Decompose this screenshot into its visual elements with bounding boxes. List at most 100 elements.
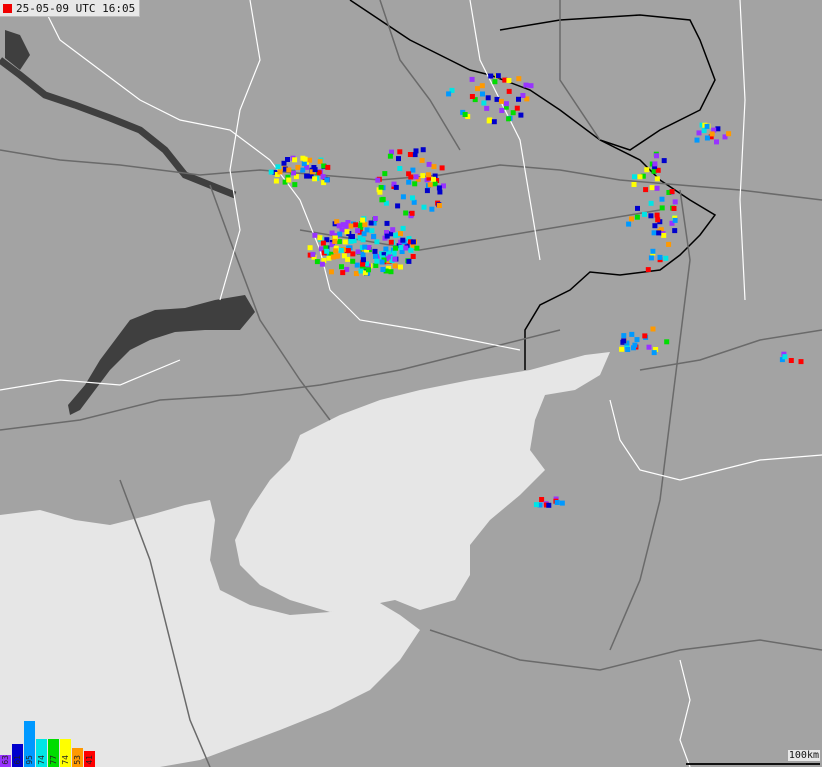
strike-marker [559, 500, 565, 506]
scale-line: 100km [686, 750, 820, 765]
strike-marker [291, 170, 296, 176]
strike-marker [412, 181, 418, 187]
strike-marker [634, 214, 640, 220]
age-legend: 63 61 95 74 77 74 53 41 [0, 719, 96, 767]
strike-marker [410, 167, 416, 173]
strike-marker [304, 173, 310, 179]
strike-marker [397, 149, 403, 155]
strike-marker [379, 259, 385, 265]
strike-marker [652, 161, 658, 167]
strike-marker [273, 178, 279, 184]
strike-marker [431, 176, 436, 182]
legend-label: 74 [37, 755, 46, 765]
strike-marker [362, 244, 368, 250]
strike-marker [648, 213, 654, 219]
strike-marker [400, 225, 406, 231]
strike-marker [392, 256, 398, 262]
strike-marker [382, 171, 388, 177]
strike-marker [380, 267, 386, 272]
strike-marker [651, 350, 657, 356]
strike-marker [709, 131, 715, 137]
strike-marker [788, 358, 794, 363]
strike-marker [300, 167, 306, 173]
strike-marker [344, 229, 350, 235]
strike-marker [314, 259, 320, 265]
strike-marker [421, 204, 427, 210]
strike-marker [333, 248, 339, 254]
strike-marker [388, 269, 394, 275]
strike-marker [286, 167, 292, 173]
strike-marker [484, 105, 490, 111]
strike-marker [403, 245, 409, 251]
strike-marker [301, 161, 307, 167]
strike-marker [491, 119, 497, 125]
strike-marker [324, 177, 330, 183]
strike-marker [539, 497, 545, 502]
strike-marker [307, 245, 313, 251]
strike-marker [499, 108, 505, 113]
strike-marker [516, 96, 521, 102]
strike-marker [646, 344, 652, 350]
strike-marker [492, 79, 498, 85]
strike-marker [661, 232, 667, 238]
strike-marker [390, 227, 396, 233]
strike-marker [475, 86, 480, 92]
timestamp-text: 25-05-09 UTC 16:05 [16, 1, 136, 15]
strike-marker [372, 216, 378, 221]
strike-marker [361, 257, 366, 263]
strike-marker [275, 164, 281, 170]
strike-marker [393, 245, 398, 251]
strike-marker [330, 254, 336, 260]
strike-marker [485, 95, 491, 101]
strike-marker [672, 199, 678, 205]
strike-marker [319, 261, 325, 267]
strike-marker [342, 239, 348, 245]
strike-marker [481, 100, 487, 106]
legend-bar: 61 [12, 744, 23, 767]
strike-marker [516, 76, 522, 82]
strike-marker [411, 199, 417, 205]
strike-marker [307, 157, 313, 163]
strike-marker [388, 239, 394, 245]
strike-marker [358, 268, 364, 274]
strike-marker [651, 230, 657, 236]
strike-marker [396, 156, 401, 162]
strike-marker [652, 223, 658, 229]
strike-marker [619, 346, 625, 352]
strike-marker [661, 158, 667, 164]
strike-marker [714, 139, 719, 145]
strike-marker [379, 197, 385, 203]
strike-marker [637, 174, 643, 180]
strike-marker [398, 231, 403, 237]
legend-label: 63 [1, 755, 10, 765]
strike-marker [406, 179, 412, 185]
strike-marker [726, 131, 732, 137]
strike-marker [635, 205, 640, 211]
strike-marker [495, 73, 501, 79]
strike-marker [642, 211, 647, 217]
strike-marker [400, 194, 406, 200]
strike-marker [420, 173, 426, 179]
strike-marker [410, 239, 416, 245]
strike-marker [432, 181, 438, 187]
strike-marker [345, 248, 351, 253]
legend-bar: 95 [24, 721, 35, 767]
timestamp-marker-icon [3, 3, 12, 13]
strike-marker [362, 222, 368, 228]
strike-marker [644, 167, 650, 173]
strike-marker [659, 196, 665, 202]
strike-marker [694, 137, 700, 143]
strike-marker [666, 241, 672, 247]
strike-marker [397, 166, 403, 171]
strike-marker [625, 347, 631, 352]
strike-marker [374, 239, 380, 245]
strike-marker [420, 147, 426, 153]
strike-marker [400, 237, 406, 243]
strike-marker [655, 217, 661, 223]
strike-marker [518, 112, 524, 118]
strike-marker [469, 94, 475, 99]
strike-marker [431, 164, 437, 170]
strike-marker [649, 185, 655, 191]
strike-marker [372, 248, 378, 254]
strike-marker [355, 228, 361, 234]
